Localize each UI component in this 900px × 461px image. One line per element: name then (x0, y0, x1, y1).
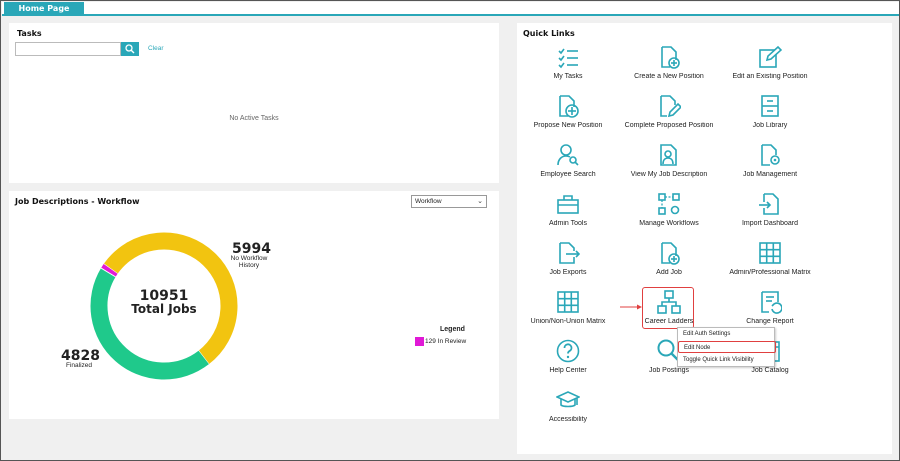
tasks-panel: Tasks Clear No Active Tasks (9, 23, 499, 183)
legend-swatch-in-review (415, 337, 424, 346)
checklist-icon (558, 48, 578, 69)
grid-icon (557, 291, 579, 313)
quick-link-edit-an-existing-position[interactable]: Edit an Existing Position (714, 45, 826, 91)
no-workflow-label-line2: History (238, 262, 260, 269)
doc-pencil-icon (660, 95, 681, 118)
search-icon (125, 44, 135, 54)
quick-link-label: Import Dashboard (741, 220, 799, 227)
total-jobs-label: Total Jobs (131, 302, 197, 316)
quick-link-label: Job Management (742, 171, 798, 178)
quick-link-admin-professional-matrix[interactable]: Admin/Professional Matrix (714, 241, 826, 287)
workflow-select-value: Workflow (415, 198, 442, 205)
quick-link-import-dashboard[interactable]: Import Dashboard (714, 192, 826, 238)
graduation-cap-icon (556, 391, 580, 408)
quick-link-label: Manage Workflows (639, 220, 699, 227)
workflow-select[interactable]: Workflow ⌄ (411, 195, 487, 208)
quick-link-accessibility[interactable]: Accessibility (512, 388, 624, 434)
no-workflow-label: No Workflow History (223, 255, 275, 269)
export-icon (559, 242, 580, 264)
quick-link-label: Complete Proposed Position (624, 122, 714, 129)
menu-item-edit-auth-settings[interactable]: Edit Auth Settings (678, 328, 776, 340)
quick-link-label: Admin Tools (548, 220, 587, 227)
person-doc-icon (660, 144, 677, 166)
doc-plus-icon (661, 46, 680, 69)
quick-link-label: Create a New Position (634, 73, 704, 80)
tab-home-page[interactable]: Home Page (4, 2, 84, 16)
quick-link-complete-proposed-position[interactable]: Complete Proposed Position (613, 94, 725, 140)
quick-link-label: My Tasks (553, 73, 583, 80)
quick-link-view-my-job-description[interactable]: View My Job Description (613, 143, 725, 189)
quick-link-union-non-union-matrix[interactable]: Union/Non-Union Matrix (512, 290, 624, 336)
quick-links-panel: Quick Links My Tasks Create a New Positio… (517, 23, 892, 454)
quick-link-help-center[interactable]: Help Center (512, 339, 624, 385)
menu-item-edit-node[interactable]: Edit Node (678, 341, 776, 353)
quick-link-label: Job Library (752, 122, 788, 129)
doc-gear-icon (761, 144, 780, 166)
import-icon (759, 193, 779, 215)
job-descriptions-panel: Job Descriptions - Workflow Workflow ⌄ 1… (9, 191, 499, 419)
quick-link-label: Job Exports (549, 269, 587, 276)
grid-icon (759, 242, 781, 264)
finalized-label: Finalized (65, 362, 92, 369)
cabinet-icon (761, 95, 779, 117)
quick-link-label: Edit an Existing Position (732, 73, 808, 80)
workflow-gear-icon (658, 193, 680, 215)
quick-link-label: Propose New Position (533, 122, 603, 129)
quick-link-label: View My Job Description (630, 171, 708, 178)
app-frame: Home Page Tasks Clear No Active Tasks Jo… (0, 0, 900, 461)
quick-link-manage-workflows[interactable]: Manage Workflows (613, 192, 725, 238)
quick-link-label: Job Postings (648, 367, 690, 374)
person-search-icon (557, 144, 579, 166)
quick-link-label: Help Center (549, 367, 587, 374)
legend-title: Legend (440, 326, 465, 333)
doc-plus-circle-icon (559, 95, 579, 118)
quick-link-label: Add Job (656, 269, 682, 276)
career-ladders-highlight (642, 287, 694, 329)
quick-link-add-job[interactable]: Add Job (613, 241, 725, 287)
quick-link-job-exports[interactable]: Job Exports (512, 241, 624, 287)
quick-link-employee-search[interactable]: Employee Search (512, 143, 624, 189)
context-menu: Edit Auth Settings Edit Node Toggle Quic… (677, 327, 776, 367)
quick-links-title: Quick Links (523, 29, 575, 38)
toolbox-icon (557, 195, 579, 214)
question-icon (556, 339, 580, 363)
menu-item-toggle-visibility[interactable]: Toggle Quick Link Visibility (678, 354, 776, 366)
job-descriptions-title: Job Descriptions - Workflow (15, 197, 140, 206)
legend-entry-in-review: 129 In Review (425, 338, 467, 345)
quick-link-create-a-new-position[interactable]: Create a New Position (613, 45, 725, 91)
quick-link-admin-tools[interactable]: Admin Tools (512, 192, 624, 238)
quick-link-job-library[interactable]: Job Library (714, 94, 826, 140)
empty-tasks-message: No Active Tasks (229, 115, 279, 122)
tab-bar: Home Page (2, 2, 899, 16)
quick-link-my-tasks[interactable]: My Tasks (512, 45, 624, 91)
quick-link-label: Admin/Professional Matrix (729, 269, 811, 276)
chevron-down-icon: ⌄ (477, 198, 483, 205)
quick-link-label: Job Catalog (751, 367, 789, 374)
quick-link-label: Accessibility (548, 416, 588, 423)
donut-slice-in-review[interactable] (101, 263, 118, 277)
quick-link-job-management[interactable]: Job Management (714, 143, 826, 189)
quick-link-propose-new-position[interactable]: Propose New Position (512, 94, 624, 140)
report-undo-icon (761, 291, 782, 314)
no-workflow-label-line1: No Workflow (230, 255, 268, 262)
arrow-indicator-icon (620, 304, 642, 310)
quick-link-label: Employee Search (540, 171, 596, 178)
clear-link[interactable]: Clear (148, 45, 164, 52)
quick-link-label: Union/Non-Union Matrix (530, 318, 606, 325)
tasks-search-button[interactable] (121, 42, 139, 56)
tasks-search-input[interactable] (15, 42, 121, 56)
edit-square-icon (759, 45, 782, 68)
tasks-title: Tasks (17, 29, 42, 38)
quick-link-label: Change Report (746, 318, 794, 325)
doc-plus-icon (661, 242, 680, 265)
